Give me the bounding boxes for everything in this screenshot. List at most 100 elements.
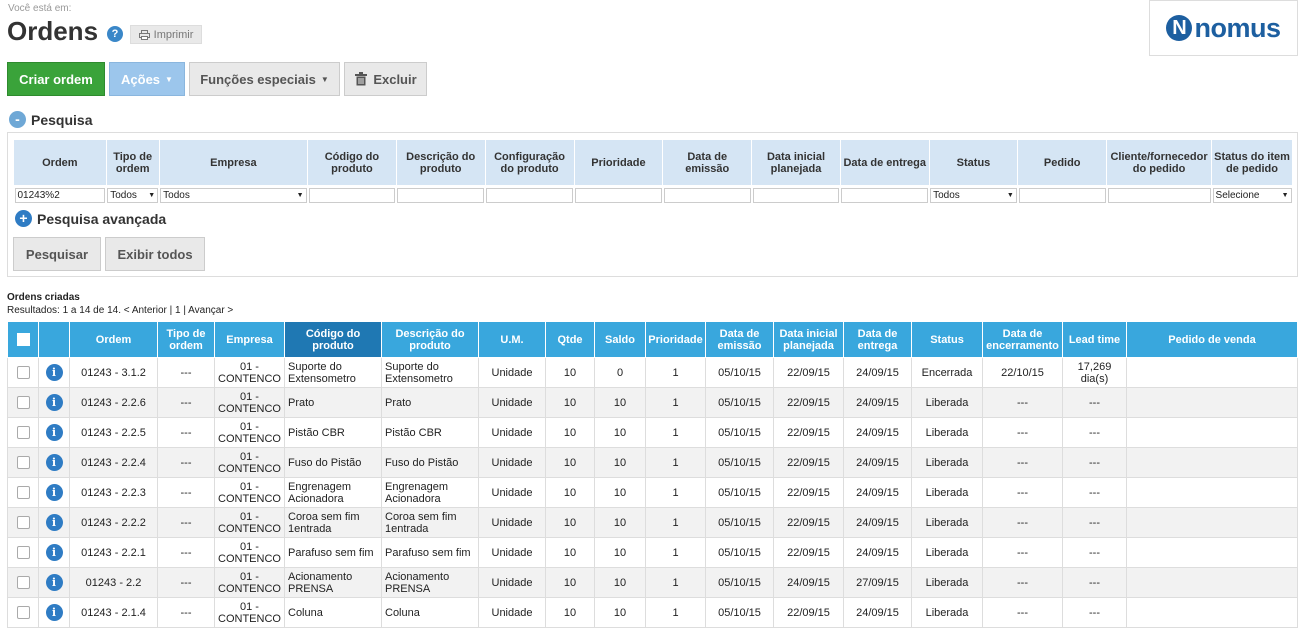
row-info-cell[interactable]: i xyxy=(38,387,70,418)
column-header[interactable]: Data de encerramento xyxy=(982,321,1063,358)
column-header[interactable]: Data de emissão xyxy=(705,321,774,358)
column-header[interactable]: Status xyxy=(911,321,983,358)
product-code-input[interactable] xyxy=(308,188,396,203)
row-checkbox[interactable] xyxy=(16,516,30,529)
cell-priority: 1 xyxy=(645,477,706,508)
column-header[interactable]: Tipo de ordem xyxy=(157,321,215,358)
column-header[interactable]: U.M. xyxy=(478,321,546,358)
row-checkbox[interactable] xyxy=(16,576,30,589)
product-description-input[interactable] xyxy=(397,188,485,203)
row-checkbox[interactable] xyxy=(16,366,30,379)
product-configuration-input[interactable] xyxy=(486,188,574,203)
cell-product-code: Engrenagem Acionadora xyxy=(284,477,382,508)
table-row[interactable]: i 01243 - 3.1.2 --- 01 - CONTENCO Suporte do… xyxy=(7,357,1298,388)
priority-input[interactable] xyxy=(575,188,662,203)
table-row[interactable]: i 01243 - 2.2.5 --- 01 - CONTENCO Pistão CBR… xyxy=(7,417,1298,448)
show-all-button[interactable]: Exibir todos xyxy=(105,237,205,271)
cell-order-type: --- xyxy=(157,417,215,448)
table-row[interactable]: i 01243 - 2.2.6 --- 01 - CONTENCO Prato Prato… xyxy=(7,387,1298,418)
table-row[interactable]: i 01243 - 2.2.2 --- 01 - CONTENCO Coroa sem … xyxy=(7,507,1298,538)
results-pagination[interactable]: Resultados: 1 a 14 de 14. < Anterior | 1… xyxy=(7,305,233,316)
row-info-cell[interactable]: i xyxy=(38,507,70,538)
print-button[interactable]: Imprimir xyxy=(130,25,202,44)
row-info-cell[interactable]: i xyxy=(38,567,70,598)
help-icon[interactable]: ? xyxy=(107,26,123,42)
status-select[interactable]: Todos ▼ xyxy=(930,188,1017,203)
row-select-cell[interactable] xyxy=(7,507,39,538)
delete-button[interactable]: Excluir xyxy=(344,62,427,96)
row-select-cell[interactable] xyxy=(7,447,39,478)
actions-button[interactable]: Ações ▼ xyxy=(109,62,185,96)
column-header[interactable]: Qtde xyxy=(545,321,595,358)
column-header[interactable]: Empresa xyxy=(214,321,285,358)
table-row[interactable]: i 01243 - 2.1.4 --- 01 - CONTENCO Coluna Colu… xyxy=(7,597,1298,628)
info-icon[interactable]: i xyxy=(45,574,63,591)
row-select-cell[interactable] xyxy=(7,357,39,388)
info-icon[interactable]: i xyxy=(45,544,63,561)
column-header[interactable]: Lead time xyxy=(1062,321,1127,358)
row-select-cell[interactable] xyxy=(7,387,39,418)
column-header[interactable]: Saldo xyxy=(594,321,646,358)
column-header[interactable]: Descrição do produto xyxy=(381,321,479,358)
info-icon[interactable]: i xyxy=(45,424,63,441)
row-checkbox[interactable] xyxy=(16,546,30,559)
info-icon[interactable]: i xyxy=(45,364,63,381)
row-info-cell[interactable]: i xyxy=(38,537,70,568)
table-row[interactable]: i 01243 - 2.2.3 --- 01 - CONTENCO Engrenagem… xyxy=(7,477,1298,508)
column-header[interactable]: Ordem xyxy=(69,321,158,358)
select-all-checkbox[interactable] xyxy=(16,333,30,346)
printer-icon xyxy=(138,29,150,40)
row-checkbox[interactable] xyxy=(16,396,30,409)
row-info-cell[interactable]: i xyxy=(38,417,70,448)
info-icon[interactable]: i xyxy=(45,394,63,411)
info-icon[interactable]: i xyxy=(45,484,63,501)
row-select-cell[interactable] xyxy=(7,537,39,568)
row-checkbox[interactable] xyxy=(16,606,30,619)
info-icon[interactable]: i xyxy=(45,454,63,471)
order-filter-value: 01243%2 xyxy=(17,190,60,201)
select-all-header[interactable] xyxy=(7,321,39,358)
search-section-toggle[interactable]: - Pesquisa xyxy=(9,111,92,128)
order-item-status-select[interactable]: Selecione ▼ xyxy=(1212,188,1292,203)
row-select-cell[interactable] xyxy=(7,477,39,508)
info-icon[interactable]: i xyxy=(45,514,63,531)
order-filter-input[interactable]: 01243%2 xyxy=(14,188,106,203)
row-checkbox[interactable] xyxy=(16,456,30,469)
filter-header: Ordem xyxy=(13,139,107,186)
row-info-cell[interactable]: i xyxy=(38,447,70,478)
column-header[interactable]: Data inicial planejada xyxy=(773,321,844,358)
issue-date-input[interactable] xyxy=(663,188,751,203)
column-header-sorted[interactable]: Código do produto xyxy=(284,321,382,358)
table-row[interactable]: i 01243 - 2.2.4 --- 01 - CONTENCO Fuso do Pi… xyxy=(7,447,1298,478)
row-select-cell[interactable] xyxy=(7,567,39,598)
column-header[interactable]: Prioridade xyxy=(645,321,706,358)
advanced-search-toggle[interactable]: + Pesquisa avançada xyxy=(15,210,166,227)
column-header[interactable]: Data de entrega xyxy=(843,321,912,358)
chevron-down-icon: ▼ xyxy=(1006,192,1014,199)
order-number-input[interactable] xyxy=(1018,188,1106,203)
cell-unit: Unidade xyxy=(478,507,546,538)
column-header[interactable]: Pedido de venda xyxy=(1126,321,1298,358)
search-button[interactable]: Pesquisar xyxy=(13,237,101,271)
chevron-down-icon: ▼ xyxy=(296,192,304,199)
cell-status: Liberada xyxy=(911,567,983,598)
delivery-date-input[interactable] xyxy=(841,188,929,203)
row-info-cell[interactable]: i xyxy=(38,477,70,508)
cell-product-description: Prato xyxy=(381,387,479,418)
create-order-button[interactable]: Criar ordem xyxy=(7,62,105,96)
table-row[interactable]: i 01243 - 2.2 --- 01 - CONTENCO Acionamento … xyxy=(7,567,1298,598)
special-functions-button[interactable]: Funções especiais ▼ xyxy=(189,62,340,96)
row-select-cell[interactable] xyxy=(7,597,39,628)
order-type-select[interactable]: Todos ▼ xyxy=(107,188,159,203)
cell-company: 01 - CONTENCO xyxy=(214,537,285,568)
row-checkbox[interactable] xyxy=(16,426,30,439)
customer-supplier-input[interactable] xyxy=(1107,188,1211,203)
planned-start-date-input[interactable] xyxy=(752,188,840,203)
row-select-cell[interactable] xyxy=(7,417,39,448)
row-info-cell[interactable]: i xyxy=(38,357,70,388)
info-icon[interactable]: i xyxy=(45,604,63,621)
company-select[interactable]: Todos ▼ xyxy=(160,188,307,203)
row-info-cell[interactable]: i xyxy=(38,597,70,628)
row-checkbox[interactable] xyxy=(16,486,30,499)
table-row[interactable]: i 01243 - 2.2.1 --- 01 - CONTENCO Parafuso s… xyxy=(7,537,1298,568)
